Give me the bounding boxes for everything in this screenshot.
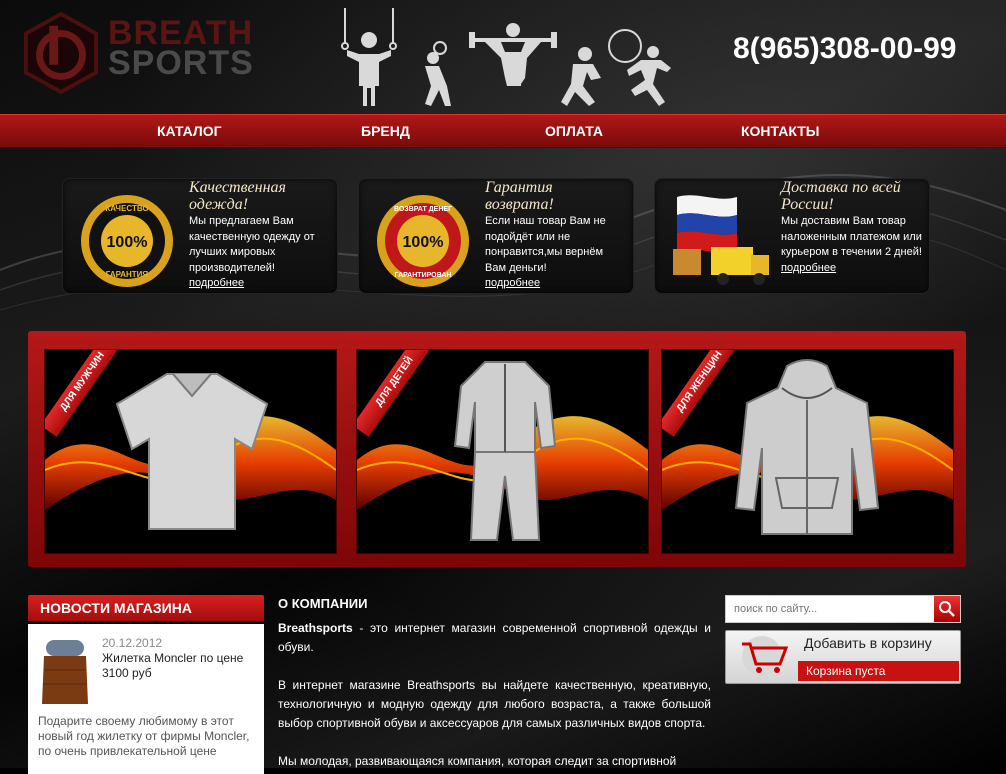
search-icon [939, 601, 955, 617]
main-nav: КАТАЛОГ БРЕНД ОПЛАТА КОНТАКТЫ [0, 114, 1006, 148]
feature-refund-title: Гарантия возврата! [485, 179, 554, 213]
feature-quality: 100% КАЧЕСТВО ГАРАНТИЯ Качественная одеж… [62, 178, 338, 294]
feature-refund-text: Если наш товар Вам не подойдёт или не по… [485, 214, 627, 292]
phone-number[interactable]: 8(965)308-00-99 [733, 32, 957, 66]
feature-refund: 100% ВОЗВРАТ ДЕНЕГ ГАРАНТИРОВАН Гарантия… [358, 178, 634, 294]
about-section: О КОМПАНИИ Breathsports - это интернет м… [278, 596, 711, 771]
category-men[interactable]: ДЛЯ МУЖЧИН [44, 349, 337, 554]
money-back-guarantee-icon: 100% ВОЗВРАТ ДЕНЕГ ГАРАНТИРОВАН [377, 195, 469, 287]
feature-delivery: Доставка по всей России! Мы доставим Вам… [654, 178, 930, 294]
about-title: О КОМПАНИИ [278, 596, 368, 611]
quality-100-badge-icon: 100% КАЧЕСТВО ГАРАНТИЯ [81, 195, 173, 287]
feature-refund-desc: Если наш товар Вам не подойдёт или не по… [485, 215, 606, 274]
nav-item-payment[interactable]: ОПЛАТА [545, 123, 603, 139]
refund-seal-top: ВОЗВРАТ ДЕНЕГ [394, 206, 452, 213]
polo-shirt-icon [115, 373, 269, 530]
feature-delivery-desc: Мы доставим Вам товар наложенным платежо… [781, 215, 922, 258]
refund-seal-percent: 100% [403, 234, 444, 251]
about-paragraph-1: Breathsports - это интернет магазин совр… [278, 619, 711, 657]
feature-delivery-title: Доставка по всей России! [781, 179, 901, 213]
news-widget: НОВОСТИ МАГАЗИНА 20.12.2012 Жилетка Monc… [28, 595, 264, 774]
search-input[interactable] [732, 600, 932, 618]
feature-delivery-text: Мы доставим Вам товар наложенным платежо… [781, 214, 923, 276]
logo-wordmark: BREATH SPORTS [108, 16, 254, 82]
quality-seal-top: КАЧЕСТВО [105, 204, 148, 213]
logo-line2: SPORTS [108, 44, 254, 82]
news-header: НОВОСТИ МАГАЗИНА [28, 595, 264, 621]
news-vest-thumbnail [42, 640, 88, 704]
nav-item-contacts[interactable]: КОНТАКТЫ [741, 123, 819, 139]
nav-item-brand[interactable]: БРЕНД [361, 123, 410, 139]
site-logo[interactable]: BREATH SPORTS [22, 12, 297, 102]
shopping-cart-icon [742, 636, 789, 676]
feature-quality-text: Мы предлагаем Вам качественную одежду от… [189, 214, 331, 292]
hoodie-icon [734, 359, 880, 535]
tracksuit-icon [453, 361, 557, 541]
quality-seal-bottom: ГАРАНТИЯ [106, 270, 149, 279]
about-brand-name: Breathsports [278, 621, 353, 635]
about-paragraph-3: Мы молодая, развивающаяся компания, кото… [278, 754, 677, 768]
add-to-cart-label[interactable]: Добавить в корзину [804, 635, 932, 651]
feature-quality-title: Качественная одежда! [189, 179, 286, 213]
news-text: Подарите своему любимому в этот новый го… [38, 714, 250, 758]
news-date: 20.12.2012 [102, 636, 163, 650]
category-kids[interactable]: ДЛЯ ДЕТЕЙ [356, 349, 649, 554]
search-button[interactable] [934, 596, 960, 622]
news-title[interactable]: Жилетка Moncler по цене 3100 руб [102, 651, 258, 681]
news-item[interactable]: 20.12.2012 Жилетка Moncler по цене 3100 … [28, 624, 264, 774]
category-panel: ДЛЯ МУЖЧИН ДЛЯ ДЕТЕЙ ДЛЯ ЖЕНЩИН [28, 331, 966, 567]
nav-item-catalog[interactable]: КАТАЛОГ [157, 123, 222, 139]
cart-widget[interactable]: Добавить в корзину Корзина пуста [725, 630, 961, 684]
site-search [725, 595, 961, 623]
russia-flag-delivery-truck-icon [673, 195, 769, 285]
feature-quality-more-link[interactable]: подробнее [189, 277, 244, 289]
feature-refund-more-link[interactable]: подробнее [485, 277, 540, 289]
cart-status: Корзина пуста [798, 661, 959, 681]
logo-badge-icon [23, 12, 99, 94]
refund-seal-bottom: ГАРАНТИРОВАН [395, 272, 452, 279]
feature-delivery-more-link[interactable]: подробнее [781, 262, 836, 274]
quality-seal-percent: 100% [107, 234, 148, 251]
category-women[interactable]: ДЛЯ ЖЕНЩИН [661, 349, 954, 554]
sport-figures-icon [341, 8, 671, 106]
about-paragraph-2: В интернет магазине Breathsports вы найд… [278, 678, 711, 730]
feature-quality-desc: Мы предлагаем Вам качественную одежду от… [189, 215, 315, 274]
